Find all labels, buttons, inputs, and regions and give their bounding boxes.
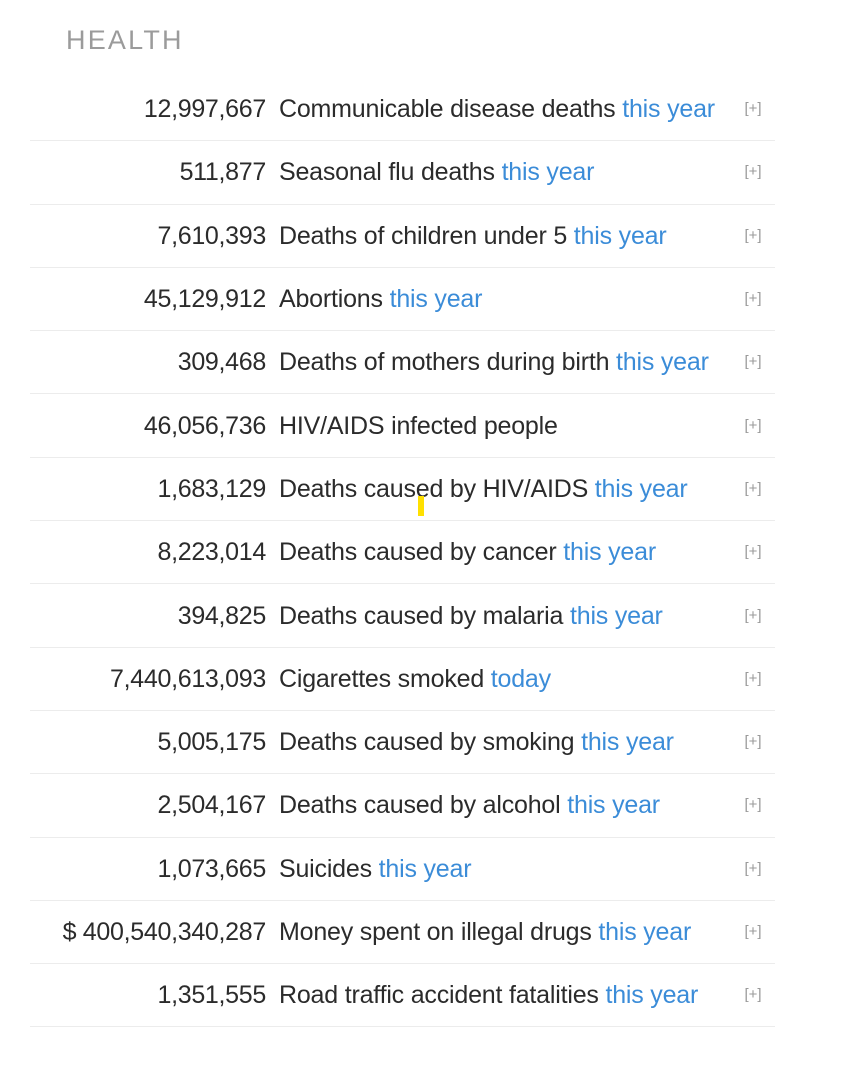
page-title: HEALTH xyxy=(66,25,184,55)
counter-label-text: Abortions xyxy=(279,285,383,314)
expand-icon[interactable]: [+] xyxy=(733,922,775,942)
counter-row: 7,440,613,093 Cigarettes smoked today [+] xyxy=(30,648,775,711)
expand-icon[interactable]: [+] xyxy=(733,99,775,119)
counter-period-link[interactable]: this year xyxy=(495,158,595,186)
counter-label-text: Deaths caused by HIV/AIDS xyxy=(279,474,589,503)
counter-period-link[interactable]: this year xyxy=(557,538,656,566)
expand-icon[interactable]: [+] xyxy=(733,606,775,626)
expand-icon[interactable]: [+] xyxy=(733,162,775,182)
counter-label: Deaths caused by alcohol this year xyxy=(266,790,733,820)
counter-row: 394,825 Deaths caused by malaria this year… xyxy=(30,584,775,648)
counter-label: Deaths of mothers during birth this year xyxy=(266,347,733,377)
counter-period-link[interactable]: this year xyxy=(561,791,660,819)
counter-row: 1,073,665 Suicides this year [+] xyxy=(30,838,775,901)
counter-period-link[interactable]: today xyxy=(484,665,551,693)
counter-label-text: Deaths caused by smoking xyxy=(279,728,575,757)
expand-icon[interactable]: [+] xyxy=(733,859,775,879)
expand-icon[interactable]: [+] xyxy=(733,479,775,499)
counter-row: 2,504,167 Deaths caused by alcohol this ye… xyxy=(30,774,775,838)
counter-value: $ 400,540,340,287 xyxy=(62,918,267,946)
counter-label: Cigarettes smoked today xyxy=(266,664,733,694)
counter-period-link[interactable]: this year xyxy=(567,222,667,250)
counter-value: 7,610,393 xyxy=(157,221,266,250)
counter-value: 1,073,665 xyxy=(157,854,266,883)
counter-value: 46,056,736 xyxy=(143,411,266,440)
counter-label-text: HIV/AIDS infected people xyxy=(279,411,558,440)
counter-value: 394,825 xyxy=(177,601,267,630)
health-counter-list: 12,997,667 Communicable disease deaths thi… xyxy=(30,78,775,1028)
counter-value: 1,351,555 xyxy=(157,981,266,1010)
counter-row: 12,997,667 Communicable disease deaths thi… xyxy=(30,78,775,142)
counter-row: 7,610,393 Deaths of children under 5 this … xyxy=(30,205,775,268)
counter-label-text: Money spent on illegal drugs xyxy=(279,918,592,946)
counter-period-link[interactable]: this year xyxy=(599,981,698,1009)
expand-icon[interactable]: [+] xyxy=(733,985,775,1005)
counter-label: Abortions this year xyxy=(266,284,733,314)
counter-label: Road traffic accident fatalities this yea… xyxy=(266,980,733,1010)
counter-label: Deaths caused by HIV/AIDS this year xyxy=(266,474,733,504)
counter-label: Money spent on illegal drugs this year xyxy=(266,917,733,947)
counter-value: 8,223,014 xyxy=(157,538,266,567)
counter-label-text: Deaths caused by malaria xyxy=(279,601,564,630)
counter-label: Deaths of children under 5 this year xyxy=(266,221,733,251)
counter-label-text: Deaths of children under 5 xyxy=(279,221,568,250)
counter-row: 1,351,555 Road traffic accident fatalitie… xyxy=(30,964,775,1028)
counter-value: 2,504,167 xyxy=(157,791,266,820)
counter-label-text: Cigarettes smoked xyxy=(279,664,485,693)
counter-row: $ 400,540,340,287 Money spent on illegal … xyxy=(30,901,775,965)
expand-icon[interactable]: [+] xyxy=(733,542,775,562)
counter-row: 46,056,736 HIV/AIDS infected people [+] xyxy=(30,394,775,458)
counter-label: Deaths caused by malaria this year xyxy=(266,601,733,631)
counter-value: 309,468 xyxy=(177,348,267,377)
counter-label: Communicable disease deaths this year xyxy=(266,94,733,124)
counter-value: 12,997,667 xyxy=(143,95,266,124)
counter-label: Suicides this year xyxy=(266,854,733,884)
expand-icon[interactable]: [+] xyxy=(733,795,775,815)
counter-label-text: Seasonal flu deaths xyxy=(279,158,495,187)
counter-label: Seasonal flu deaths this year xyxy=(266,157,733,187)
counter-row: 1,683,129 Deaths caused by HIV/AIDS this y… xyxy=(30,458,775,522)
counter-label: HIV/AIDS infected people xyxy=(266,411,733,441)
counter-label-text: Communicable disease deaths xyxy=(279,95,616,124)
counter-label-text: Deaths caused by cancer xyxy=(279,538,557,567)
counter-period-link[interactable]: this year xyxy=(563,602,663,630)
counter-period-link[interactable]: this year xyxy=(383,285,483,313)
counter-label-text: Suicides xyxy=(279,854,372,883)
expand-icon[interactable]: [+] xyxy=(733,352,775,372)
counter-row: 8,223,014 Deaths caused by cancer this yea… xyxy=(30,521,775,585)
counter-value: 7,440,613,093 xyxy=(110,664,266,693)
counter-label: Deaths caused by smoking this year xyxy=(266,727,733,757)
counter-label-text: Deaths caused by alcohol xyxy=(279,791,561,820)
counter-period-link[interactable]: this year xyxy=(588,475,688,503)
counter-row: 309,468 Deaths of mothers during birth thi… xyxy=(30,331,775,395)
counter-value: 5,005,175 xyxy=(157,728,266,757)
counter-period-link[interactable]: this year xyxy=(609,348,709,376)
counter-row: 5,005,175 Deaths caused by smoking this ye… xyxy=(30,711,775,775)
expand-icon[interactable]: [+] xyxy=(733,226,775,246)
counter-value: 45,129,912 xyxy=(143,285,266,314)
expand-icon[interactable]: [+] xyxy=(733,732,775,752)
counter-label-text: Road traffic accident fatalities xyxy=(279,981,599,1010)
counter-value: 1,683,129 xyxy=(157,474,266,503)
health-statistics-page: HEALTH 12,997,667 Communicable disease de… xyxy=(0,0,848,1079)
counter-row: 45,129,912 Abortions this year [+] xyxy=(30,268,775,332)
expand-icon[interactable]: [+] xyxy=(733,669,775,689)
counter-period-link[interactable]: this year xyxy=(574,728,674,756)
counter-period-link[interactable]: this year xyxy=(592,918,691,946)
counter-row: 511,877 Seasonal flu deaths this year [+] xyxy=(30,141,775,205)
expand-icon[interactable]: [+] xyxy=(733,416,775,436)
counter-value: 511,877 xyxy=(179,158,267,187)
counter-label-text: Deaths of mothers during birth xyxy=(279,348,610,377)
counter-period-link[interactable]: this year xyxy=(615,95,715,123)
expand-icon[interactable]: [+] xyxy=(733,289,775,309)
counter-label: Deaths caused by cancer this year xyxy=(266,537,733,567)
counter-period-link[interactable]: this year xyxy=(372,855,472,883)
